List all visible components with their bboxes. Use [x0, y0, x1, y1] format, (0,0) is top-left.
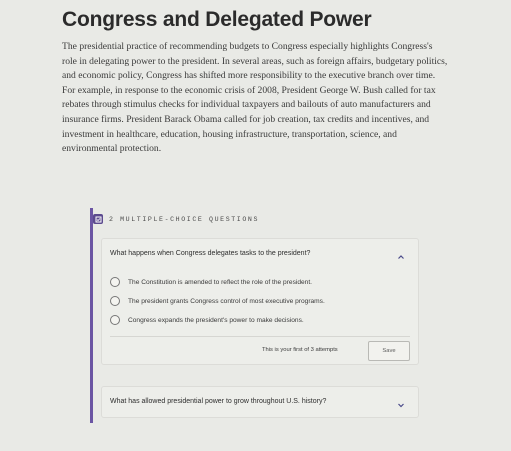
question-card-2[interactable]: What has allowed presidential power to g… [101, 386, 419, 418]
answer-option-2[interactable]: The president grants Congress control of… [110, 296, 325, 306]
question-text[interactable]: What has allowed presidential power to g… [110, 398, 326, 405]
answer-option-3[interactable]: Congress expands the president's power t… [110, 315, 304, 325]
page-title: Congress and Delegated Power [62, 8, 372, 31]
attempts-text: This is your first of 3 attempts [262, 347, 338, 353]
page: Congress and Delegated Power The preside… [0, 0, 511, 451]
radio-button[interactable] [110, 277, 120, 287]
save-button[interactable]: Save [368, 341, 410, 361]
question-card-1: What happens when Congress delegates tas… [101, 238, 419, 365]
answer-option-label: The Constitution is amended to reflect t… [128, 278, 312, 286]
quiz-section: 2 MULTIPLE-CHOICE QUESTIONS What happens… [90, 208, 425, 423]
quiz-header-label: 2 MULTIPLE-CHOICE QUESTIONS [109, 215, 260, 223]
answer-option-label: Congress expands the president's power t… [128, 316, 304, 324]
chevron-up-icon[interactable] [396, 249, 406, 259]
radio-button[interactable] [110, 315, 120, 325]
divider [110, 336, 410, 337]
radio-button[interactable] [110, 296, 120, 306]
quiz-icon [93, 214, 103, 224]
chevron-down-icon[interactable] [396, 397, 406, 408]
article-paragraph: The presidential practice of recommendin… [62, 41, 448, 155]
quiz-header: 2 MULTIPLE-CHOICE QUESTIONS [93, 214, 259, 224]
question-text[interactable]: What happens when Congress delegates tas… [110, 250, 310, 257]
answer-option-1[interactable]: The Constitution is amended to reflect t… [110, 277, 312, 287]
answer-option-label: The president grants Congress control of… [128, 297, 325, 305]
